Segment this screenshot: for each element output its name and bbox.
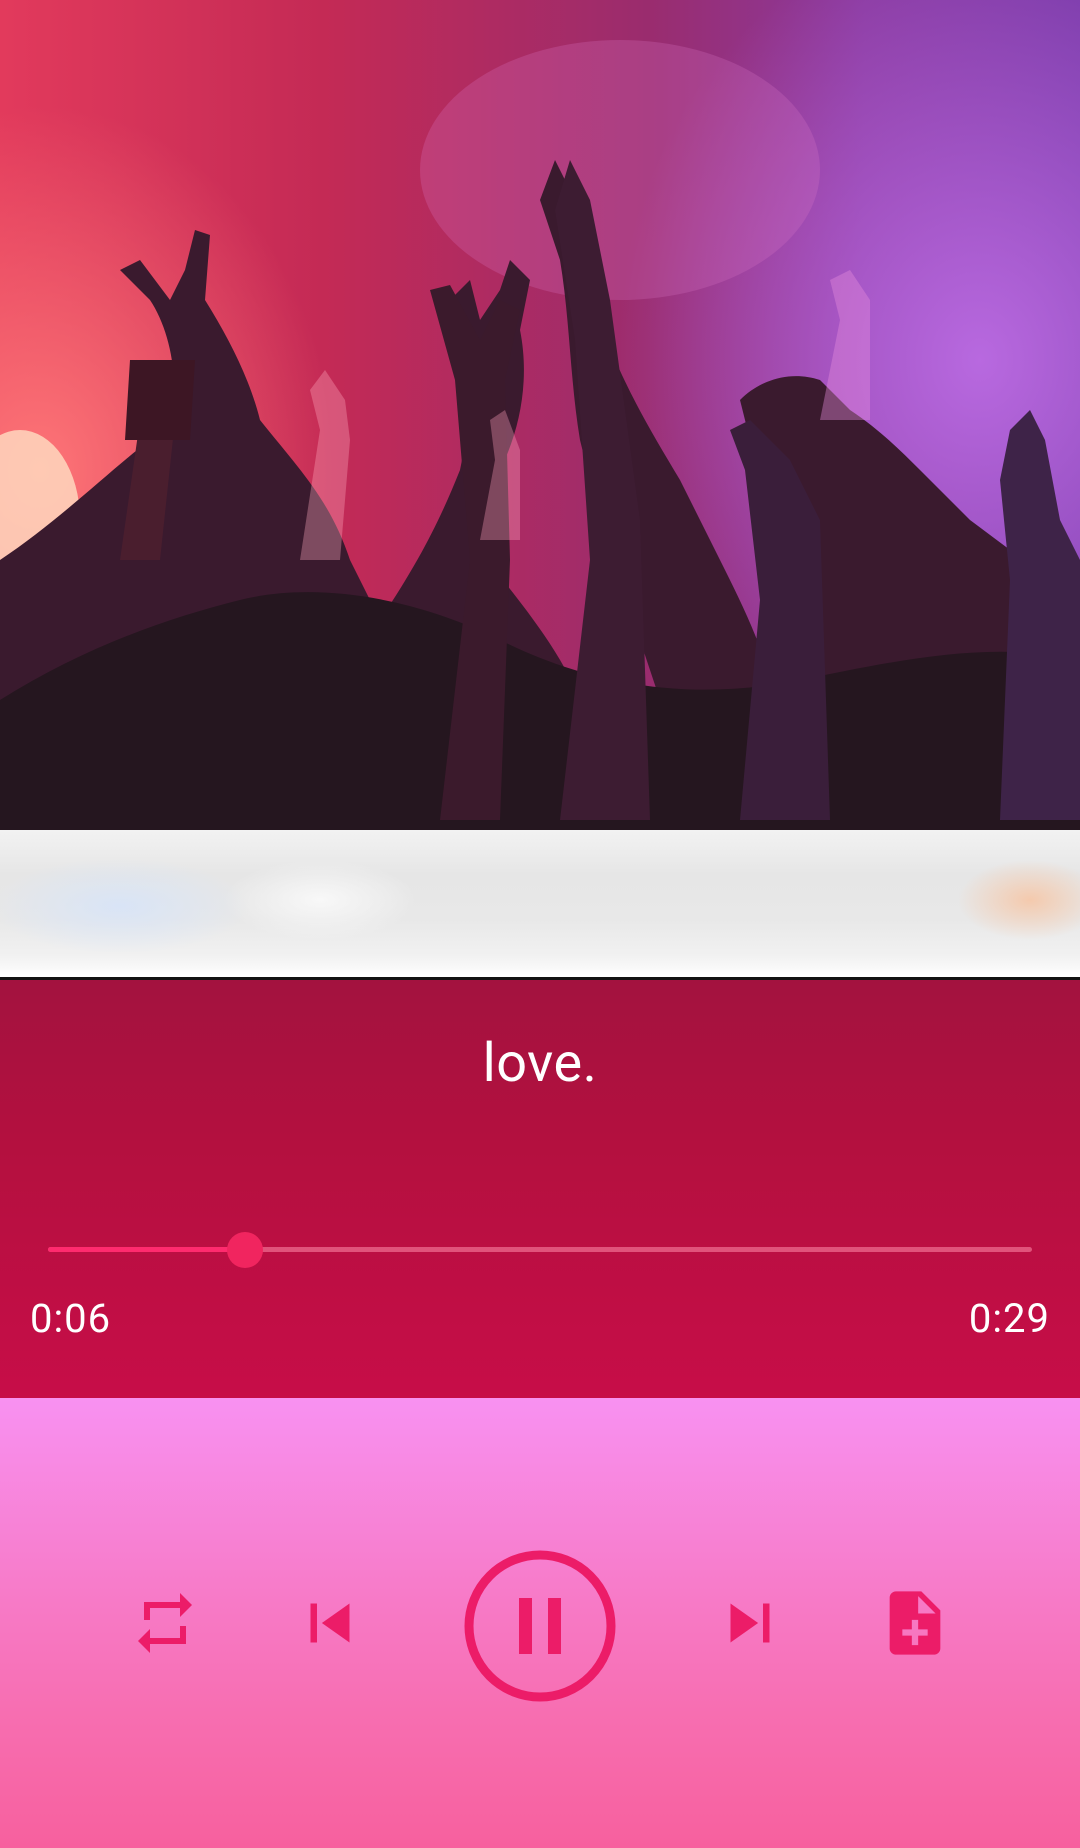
skip-previous-icon bbox=[310, 1603, 350, 1643]
playback-controls bbox=[0, 1398, 1080, 1848]
note-add-icon bbox=[889, 1591, 941, 1655]
skip-next-icon bbox=[730, 1603, 770, 1643]
add-to-playlist-button[interactable] bbox=[870, 1578, 960, 1668]
elapsed-time: 0:06 bbox=[30, 1295, 112, 1342]
total-duration: 0:29 bbox=[968, 1295, 1050, 1342]
song-title: love. bbox=[482, 1032, 598, 1095]
previous-button[interactable] bbox=[285, 1578, 375, 1668]
album-art-reflection bbox=[0, 830, 1080, 978]
album-artwork bbox=[0, 0, 1080, 830]
pause-circle-icon bbox=[464, 1550, 616, 1702]
repeat-button[interactable] bbox=[120, 1578, 210, 1668]
now-playing-panel: love. 0:06 0:29 bbox=[0, 980, 1080, 1398]
seek-thumb[interactable] bbox=[226, 1232, 263, 1268]
seek-bar[interactable] bbox=[48, 1232, 1032, 1272]
seek-progress bbox=[48, 1247, 245, 1252]
repeat-icon bbox=[138, 1593, 192, 1653]
next-button[interactable] bbox=[705, 1578, 795, 1668]
concert-crowd-image bbox=[0, 40, 1080, 830]
play-pause-button[interactable] bbox=[460, 1546, 620, 1706]
music-player-screen: love. 0:06 0:29 bbox=[0, 0, 1080, 1848]
